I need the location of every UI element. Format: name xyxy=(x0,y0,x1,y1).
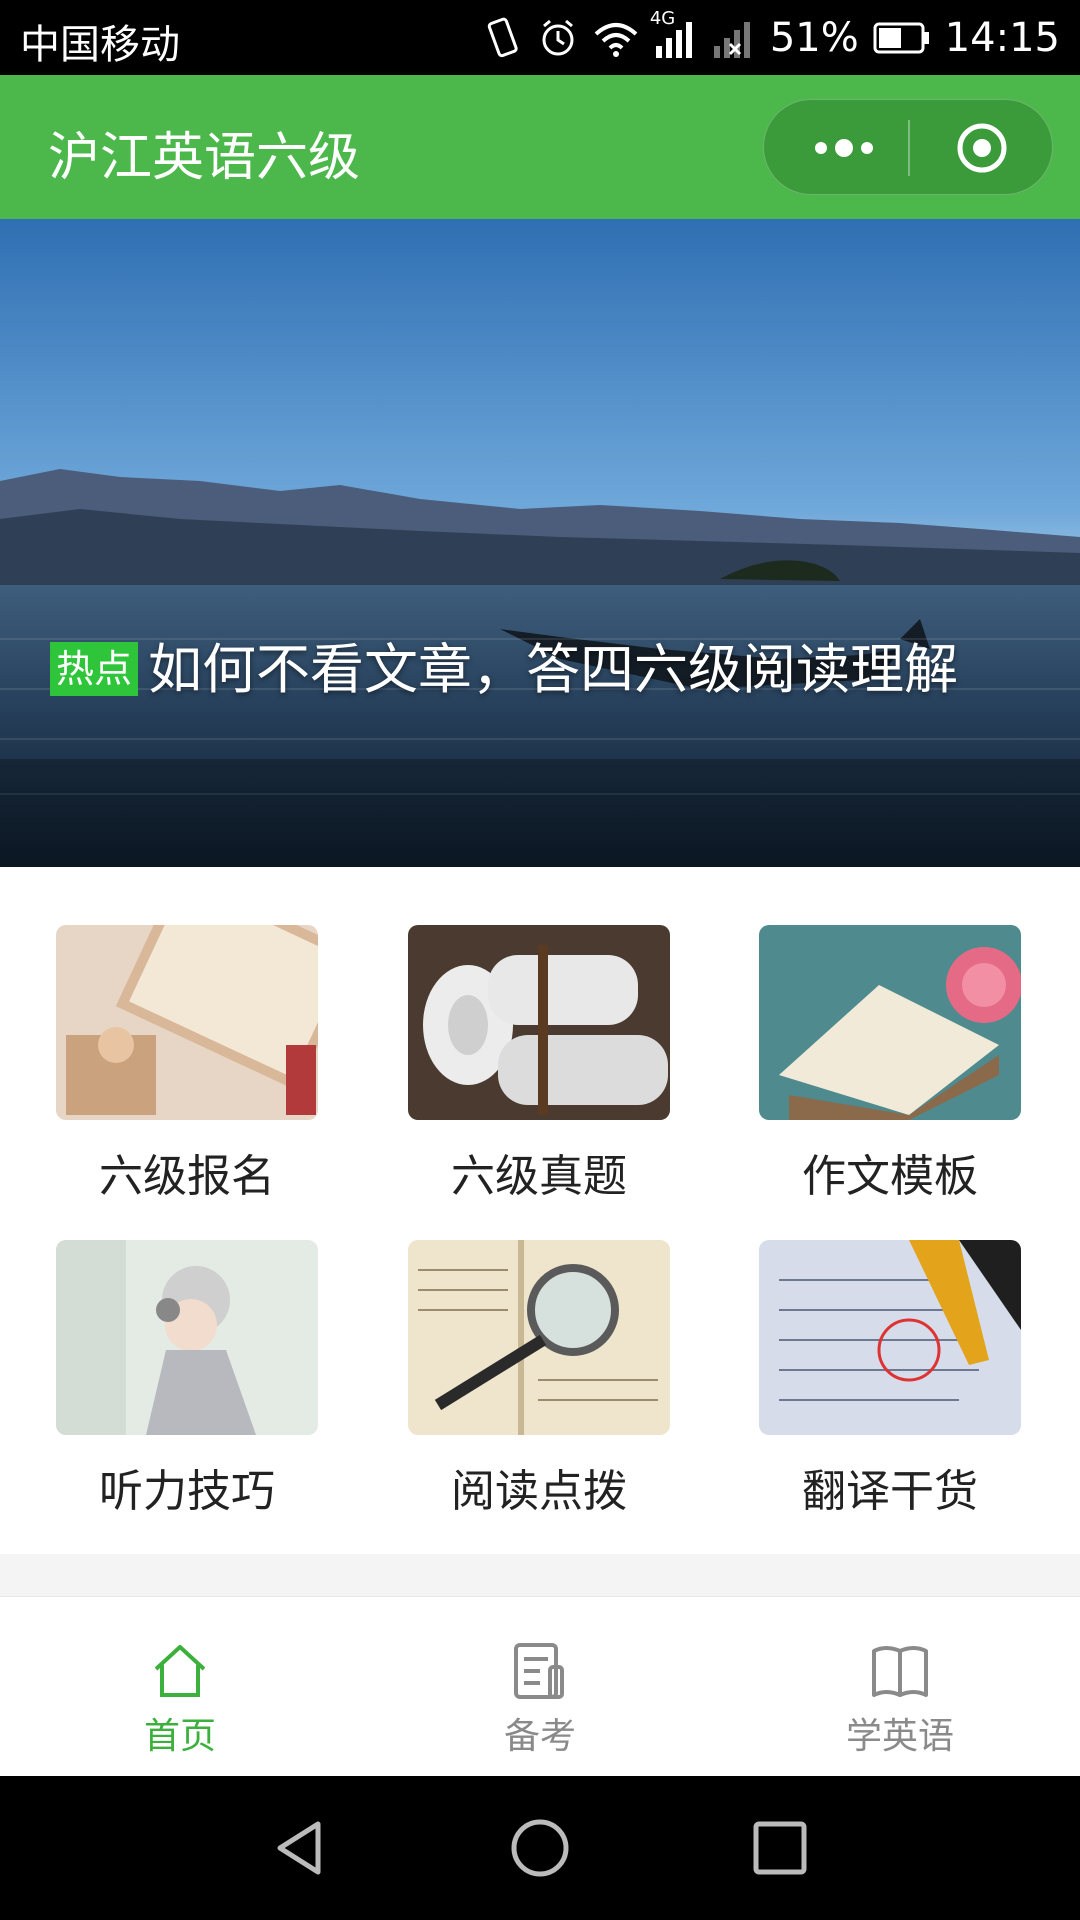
tab-prepare[interactable]: 备考 xyxy=(420,1597,660,1777)
network-type: 4G xyxy=(649,8,676,29)
tab-bar: 首页 备考 学英语 xyxy=(0,1596,1080,1776)
thumb-magnifier-image xyxy=(408,1240,670,1435)
banner-image xyxy=(0,219,1080,867)
tab-label: 首页 xyxy=(143,1716,216,1757)
nav-bar: 沪江英语六级 xyxy=(0,75,1080,219)
grid-label: 翻译干货 xyxy=(802,1466,978,1517)
vibrate-icon xyxy=(484,16,524,60)
notes-icon xyxy=(510,1641,570,1701)
target-close-icon[interactable] xyxy=(956,122,1008,174)
recents-icon[interactable] xyxy=(748,1816,812,1880)
battery-icon xyxy=(873,20,931,56)
hot-tag: 热点 xyxy=(50,642,139,696)
tab-label: 学英语 xyxy=(845,1716,954,1757)
grid-item-registration[interactable]: 六级报名 xyxy=(56,925,318,1204)
grid-item-reading[interactable]: 阅读点拨 xyxy=(408,1240,670,1519)
thumb-exam-paper-image xyxy=(759,1240,1021,1435)
thumb-books-image xyxy=(56,925,318,1120)
grid-label: 六级报名 xyxy=(99,1151,275,1202)
thumb-scrolls-image xyxy=(408,925,670,1120)
banner-title: 如何不看文章，答四六级阅读理解 xyxy=(148,638,959,701)
tab-learn-english[interactable]: 学英语 xyxy=(780,1597,1020,1777)
more-dots-icon[interactable] xyxy=(804,130,884,166)
grid-item-essay-templates[interactable]: 作文模板 xyxy=(759,925,1021,1204)
capsule-divider xyxy=(908,120,910,176)
grid-label: 听力技巧 xyxy=(99,1466,275,1517)
clock-time: 14:15 xyxy=(944,15,1060,61)
book-icon xyxy=(870,1641,930,1701)
signal-icon: 4G xyxy=(650,8,698,60)
grid-item-listening[interactable]: 听力技巧 xyxy=(56,1240,318,1519)
tab-home[interactable]: 首页 xyxy=(60,1597,300,1777)
home-circle-icon[interactable] xyxy=(508,1816,572,1880)
status-bar: 中国移动 4G 51% 14:15 xyxy=(0,0,1080,75)
banner-caption[interactable]: 热点 如何不看文章，答四六级阅读理解 xyxy=(50,632,1030,708)
carrier-name: 中国移动 xyxy=(20,22,180,68)
page-title: 沪江英语六级 xyxy=(48,128,361,188)
system-nav-bar xyxy=(0,1776,1080,1920)
alarm-icon xyxy=(538,16,578,60)
hero-banner[interactable] xyxy=(0,219,1080,867)
grid-label: 阅读点拨 xyxy=(451,1466,627,1517)
tab-label: 备考 xyxy=(503,1716,576,1757)
battery-percent: 51% xyxy=(769,15,859,61)
home-icon xyxy=(150,1641,210,1701)
grid-label: 作文模板 xyxy=(802,1151,978,1202)
back-icon[interactable] xyxy=(268,1816,332,1880)
category-grid: 六级报名 六级真题 作文模板 听力技巧 阅读点拨 翻译干货 xyxy=(0,867,1080,1554)
thumb-open-book-image xyxy=(759,925,1021,1120)
no-signal-icon xyxy=(712,16,756,60)
grid-label: 六级真题 xyxy=(451,1151,627,1202)
grid-item-past-papers[interactable]: 六级真题 xyxy=(408,925,670,1204)
grid-item-translation[interactable]: 翻译干货 xyxy=(759,1240,1021,1519)
thumb-headphones-girl-image xyxy=(56,1240,318,1435)
wifi-icon xyxy=(592,16,640,60)
capsule-menu xyxy=(763,99,1053,195)
